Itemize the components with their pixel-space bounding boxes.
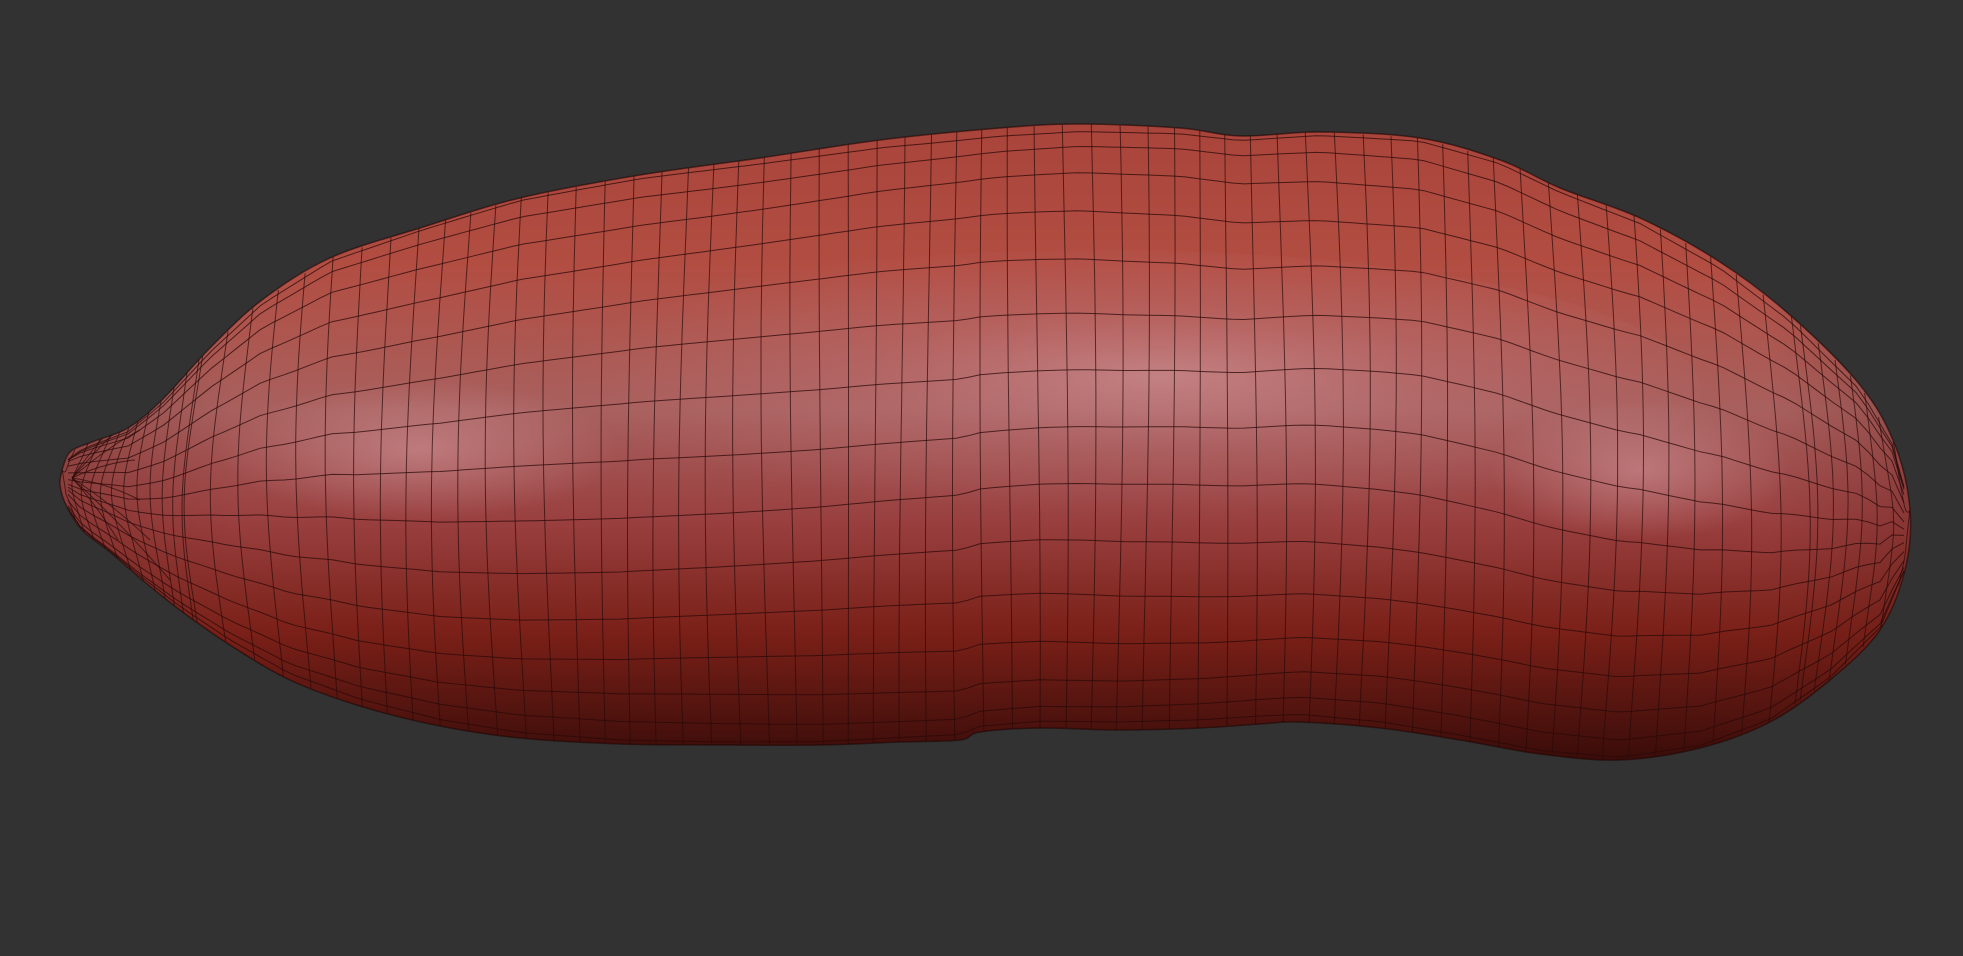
sweet-potato-mesh[interactable]: [0, 0, 1963, 956]
3d-viewport[interactable]: [0, 0, 1963, 956]
